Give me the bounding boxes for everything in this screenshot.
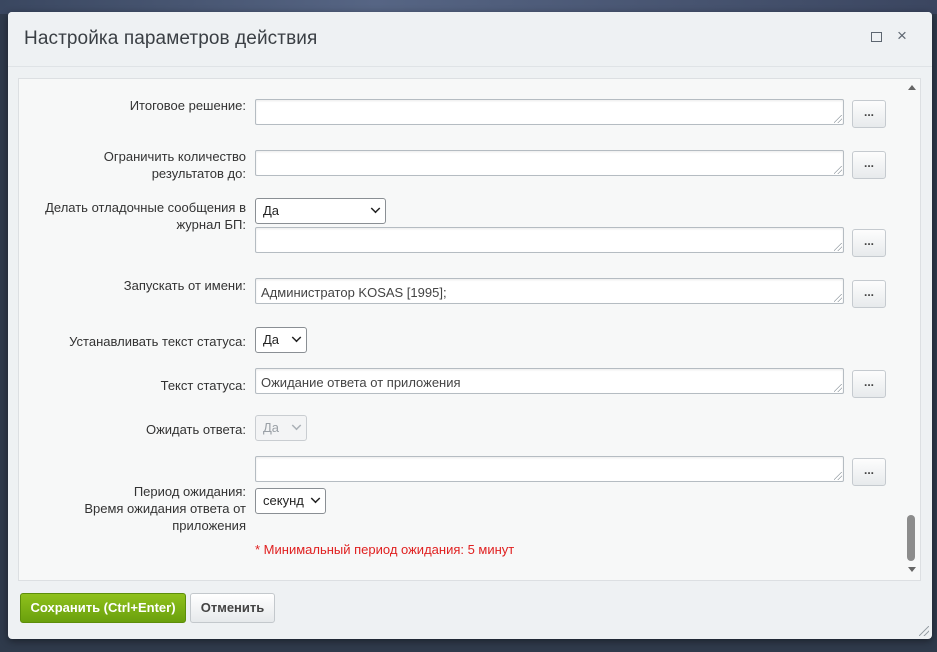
dialog-title: Настройка параметров действия [24,28,318,49]
status-text-picker-button[interactable]: ... [852,370,886,398]
wait-period-unit-select[interactable]: секунд [255,488,326,514]
run-as-field[interactable]: Администратор KOSAS [1995]; [255,278,844,304]
final-decision-field[interactable] [255,99,844,125]
wait-period-label: Период ожидания: Время ожидания ответа о… [66,483,246,534]
status-text-field[interactable]: Ожидание ответа от приложения [255,368,844,394]
resize-grip-icon[interactable] [919,626,929,636]
debug-messages-label: Делать отладочные сообщения в журнал БП: [45,200,246,232]
wait-period-unit-value: секунд [263,493,304,508]
limit-results-field[interactable] [255,150,844,176]
textarea-resize-grip-icon[interactable] [834,384,842,392]
chevron-down-icon [310,493,321,504]
save-button[interactable]: Сохранить (Ctrl+Enter) [20,593,186,623]
wait-period-label-line1: Период ожидания: [133,484,246,499]
close-icon[interactable]: × [897,26,907,46]
chevron-down-icon [291,420,302,431]
wait-answer-select-value: Да [263,420,280,435]
run-as-picker-button[interactable]: ... [852,280,886,308]
dialog-header: Настройка параметров действия × [8,12,932,67]
final-decision-label: Итоговое решение: [129,98,246,113]
textarea-resize-grip-icon[interactable] [834,115,842,123]
scroll-down-arrow-icon[interactable] [908,567,916,572]
textarea-resize-grip-icon[interactable] [834,294,842,302]
debug-messages-select-value: Да [263,203,280,218]
run-as-label: Запускать от имени: [123,278,246,293]
textarea-resize-grip-icon[interactable] [834,166,842,174]
status-text-label: Текст статуса: [160,378,246,393]
cancel-button[interactable]: Отменить [190,593,275,623]
final-decision-picker-button[interactable]: ... [852,100,886,128]
chevron-down-icon [370,203,381,214]
scrollbar-thumb[interactable] [907,515,915,561]
limit-results-picker-button[interactable]: ... [852,151,886,179]
wait-period-picker-button[interactable]: ... [852,458,886,486]
wait-answer-label: Ожидать ответа: [145,422,246,437]
debug-messages-picker-button[interactable]: ... [852,229,886,257]
wait-period-label-line2: Время ожидания ответа от приложения [84,501,246,533]
form-scroll-area: Итоговое решение: ... Ограничить количес… [18,78,921,581]
chevron-down-icon [291,332,302,343]
vertical-scrollbar[interactable] [904,79,920,580]
textarea-resize-grip-icon[interactable] [834,472,842,480]
settings-dialog: Настройка параметров действия × Итоговое… [8,12,932,639]
debug-messages-select[interactable]: Да [255,198,386,224]
set-status-select[interactable]: Да [255,327,307,353]
wait-period-hint: * Минимальный период ожидания: 5 минут [255,542,515,557]
limit-results-label: Ограничить количество результатов до: [103,149,246,181]
textarea-resize-grip-icon[interactable] [834,243,842,251]
set-status-select-value: Да [263,332,280,347]
wait-period-field[interactable] [255,456,844,482]
scroll-up-arrow-icon[interactable] [908,85,916,90]
maximize-icon[interactable] [871,32,882,42]
debug-messages-field[interactable] [255,227,844,253]
wait-answer-select: Да [255,415,307,441]
set-status-label: Устанавливать текст статуса: [69,334,246,349]
